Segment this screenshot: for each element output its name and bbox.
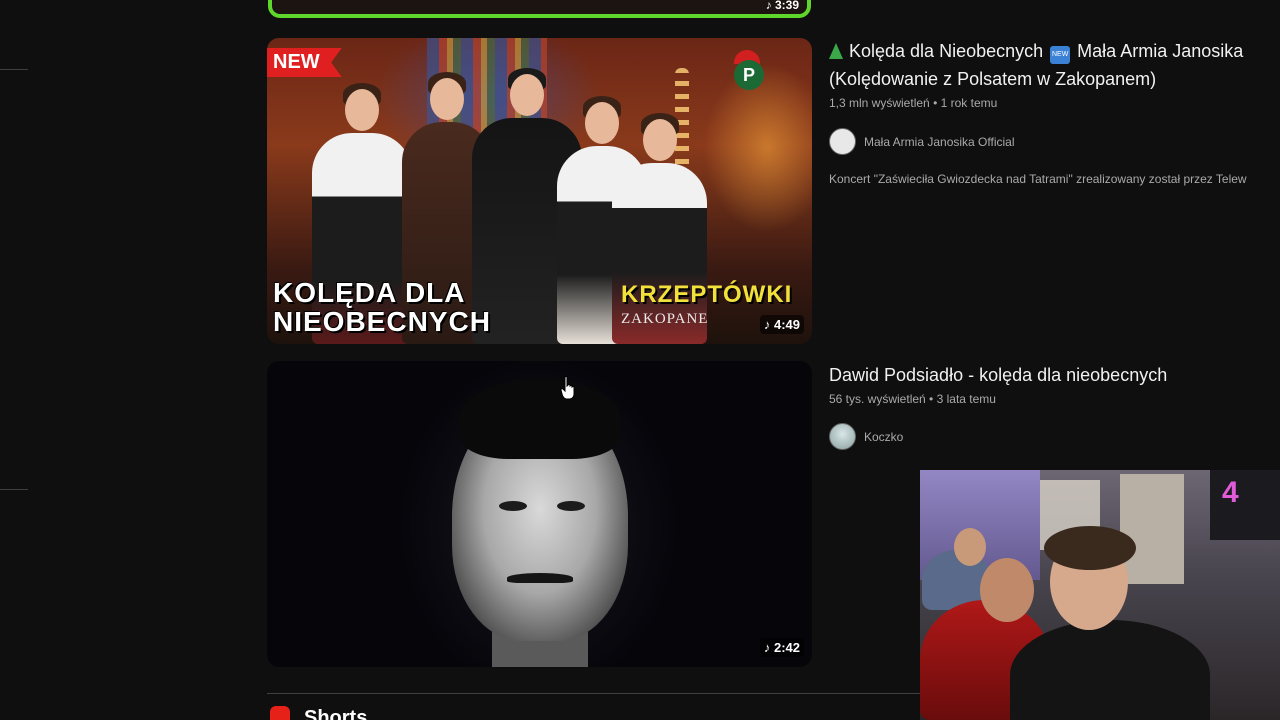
video-title[interactable]: Kolęda dla Nieobecnych NEW Mała Armia Ja… (829, 37, 1243, 65)
new-badge: NEW (267, 48, 342, 77)
webcam-person-red-jacket-head (980, 558, 1034, 622)
video-title[interactable]: Dawid Podsiadło - kolęda dla nieobecnych (829, 361, 1167, 389)
portrait-mustache (507, 573, 573, 583)
thumbnail-title-overlay: KOLĘDA DLA NIEOBECNYCH (273, 277, 491, 337)
channel-row[interactable]: Koczko (829, 423, 903, 450)
video-description: Koncert "Zaświeciła Gwiozdecka nad Tatra… (829, 172, 1247, 186)
view-count: 1,3 mln wyświetleń (829, 96, 930, 110)
new-emoji-icon: NEW (1050, 46, 1071, 64)
channel-avatar[interactable] (829, 128, 856, 155)
music-note-icon: ♪ (763, 317, 771, 332)
hand-cursor-icon (560, 376, 575, 400)
webcam-person-front-hair (1044, 526, 1136, 570)
video-thumbnail-dawid-podsiadlo[interactable]: ♪ 2:42 (267, 361, 812, 667)
webcam-person-front (1010, 620, 1210, 720)
channel-name[interactable]: Mała Armia Janosika Official (864, 135, 1015, 149)
section-divider (267, 693, 920, 694)
webcam-overlay: 4 (920, 470, 1280, 720)
channel-name[interactable]: Koczko (864, 430, 903, 444)
music-note-icon: ♪ (763, 640, 771, 655)
portrait-hair (459, 379, 621, 459)
stats-separator: • (933, 96, 938, 110)
stats-separator: • (929, 392, 934, 406)
thumbnail-city-overlay: ZAKOPANE (621, 311, 709, 327)
upload-age: 1 rok temu (940, 96, 998, 110)
sidebar-divider-bottom (0, 489, 28, 490)
webcam-person-back-head (954, 528, 986, 566)
previous-video-duration: ♪ 3:39 (765, 0, 799, 12)
webcam-monitor (1210, 470, 1280, 540)
webcam-door (1120, 474, 1184, 584)
video-title-continued[interactable]: (Kolędowanie z Polsatem w Zakopanem) (829, 65, 1156, 93)
shorts-section-header: Shorts (270, 706, 367, 720)
thumbnail-location-overlay: KRZEPTÓWKI (621, 281, 793, 308)
previous-video-thumbnail[interactable]: ♪ 3:39 (268, 0, 811, 18)
christmas-tree-icon (829, 43, 843, 59)
neon-sign-icon: 4 (1222, 476, 1239, 509)
video-stats: 56 tys. wyświetleń • 3 lata temu (829, 392, 996, 406)
video-duration: ♪ 4:49 (759, 315, 804, 334)
video-duration: ♪ 2:42 (759, 638, 804, 657)
portrait-eye-right (557, 501, 585, 511)
channel-row[interactable]: Mała Armia Janosika Official (829, 128, 1015, 155)
polsat-logo-icon: P (734, 60, 764, 90)
shorts-label: Shorts (304, 706, 368, 720)
video-thumbnail-kolenda-dla-nieobecnych[interactable]: NEW P KOLĘDA DLA NIEOBECNYCH KRZEPTÓWKI … (267, 38, 812, 344)
shorts-icon (270, 706, 290, 720)
portrait-eye-left (499, 501, 527, 511)
channel-avatar[interactable] (829, 423, 856, 450)
video-stats: 1,3 mln wyświetleń • 1 rok temu (829, 96, 997, 110)
upload-age: 3 lata temu (936, 392, 996, 406)
sidebar-divider-top (0, 69, 28, 70)
view-count: 56 tys. wyświetleń (829, 392, 926, 406)
